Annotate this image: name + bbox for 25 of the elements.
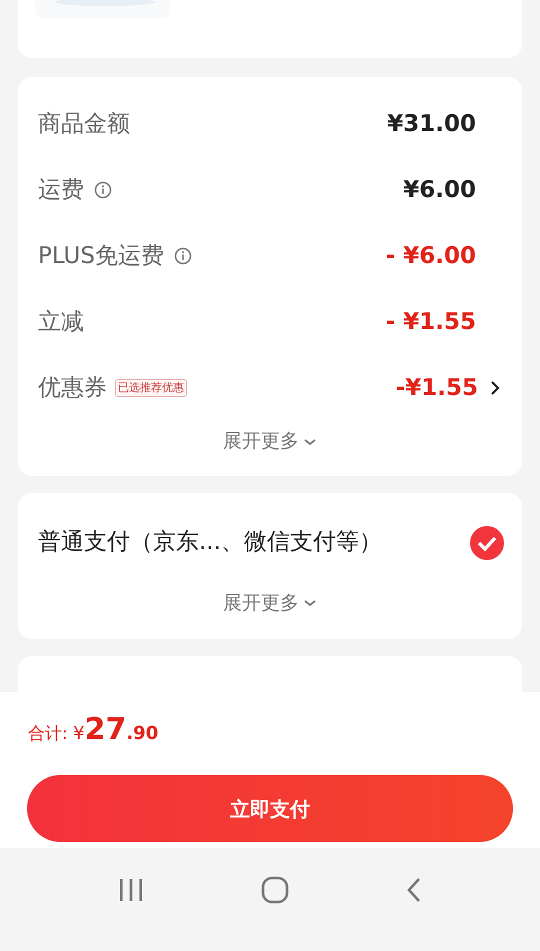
amount-label: 优惠券 [38,374,107,403]
coupon-tag: 已选推荐优惠 [115,378,187,398]
amount-label: 运费 [38,176,84,205]
caret-icon[interactable] [303,598,317,608]
expand-more-button[interactable]: 展开更多 [223,427,317,456]
amount-label: PLUS免运费 [38,242,164,271]
amount-label: 商品金额 [38,110,130,139]
caret-icon[interactable] [303,436,317,447]
total-amount: 合计: ¥27.90 [28,711,158,749]
back-icon[interactable] [406,876,422,902]
info-icon[interactable] [94,181,112,199]
pay-button[interactable]: 立即支付 [27,775,513,842]
amount-value: ¥31.00 [387,110,476,139]
info-icon[interactable] [174,247,192,265]
amount-value: -¥1.55 [396,374,478,403]
expand-more-button[interactable]: 展开更多 [223,588,317,617]
amount-value: - ¥6.00 [386,242,476,271]
checked-radio[interactable] [470,526,504,560]
recent-apps-icon[interactable] [118,876,144,902]
home-icon[interactable] [260,876,289,904]
amount-value: - ¥1.55 [386,308,476,337]
payment-option[interactable]: 普通支付（京东...、微信支付等） [38,525,382,560]
amount-value: ¥6.00 [403,176,476,205]
amount-label: 立减 [38,308,84,337]
chevron-right-icon[interactable] [490,380,500,396]
